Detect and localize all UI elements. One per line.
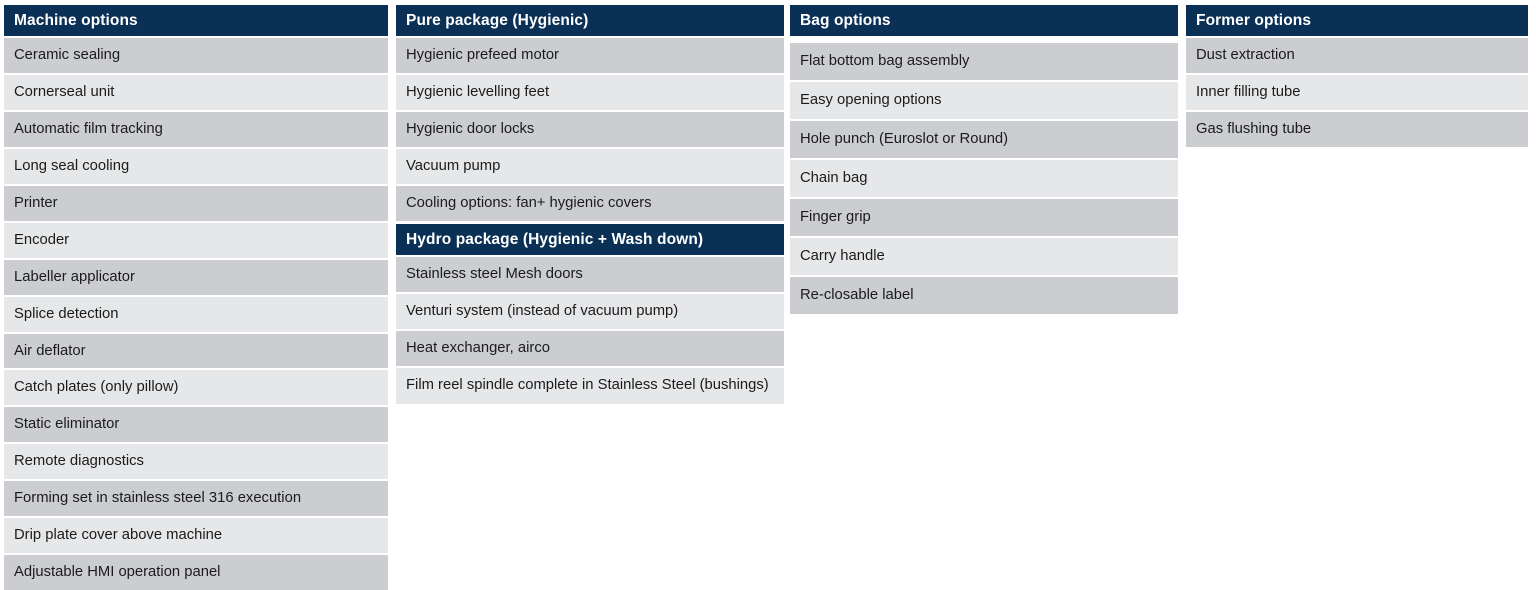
list-item[interactable]: Splice detection bbox=[4, 296, 388, 332]
row-list-bag-options: Flat bottom bag assembly Easy opening op… bbox=[790, 43, 1178, 314]
list-item[interactable]: Carry handle bbox=[790, 237, 1178, 275]
list-item[interactable]: Ceramic sealing bbox=[4, 38, 388, 73]
list-item[interactable]: Static eliminator bbox=[4, 407, 388, 443]
list-item[interactable]: Vacuum pump bbox=[396, 148, 784, 184]
list-item[interactable]: Heat exchanger, airco bbox=[396, 330, 784, 366]
list-item[interactable]: Hygienic prefeed motor bbox=[396, 38, 784, 73]
list-item[interactable]: Automatic film tracking bbox=[4, 111, 388, 147]
list-item[interactable]: Long seal cooling bbox=[4, 148, 388, 184]
list-item[interactable]: Encoder bbox=[4, 222, 388, 258]
list-item[interactable]: Hole punch (Euroslot or Round) bbox=[790, 120, 1178, 158]
section-header-pure-package: Pure package (Hygienic) bbox=[396, 5, 784, 37]
column-bag-options: Bag options Flat bottom bag assembly Eas… bbox=[790, 0, 1178, 314]
section-hydro-package: Hydro package (Hygienic + Wash down) Sta… bbox=[396, 223, 784, 404]
list-item[interactable]: Cooling options: fan+ hygienic covers bbox=[396, 185, 784, 221]
list-item[interactable]: Catch plates (only pillow) bbox=[4, 370, 388, 406]
list-item[interactable]: Stainless steel Mesh doors bbox=[396, 256, 784, 292]
column-machine-options: Machine options Ceramic sealing Cornerse… bbox=[4, 0, 388, 590]
list-item[interactable]: Hygienic door locks bbox=[396, 111, 784, 147]
list-item[interactable]: Film reel spindle complete in Stainless … bbox=[396, 367, 784, 404]
column-pure-package: Pure package (Hygienic) Hygienic prefeed… bbox=[396, 0, 784, 404]
list-item[interactable]: Venturi system (instead of vacuum pump) bbox=[396, 293, 784, 329]
section-bag-options: Bag options Flat bottom bag assembly Eas… bbox=[790, 5, 1178, 314]
list-item[interactable]: Remote diagnostics bbox=[4, 444, 388, 480]
row-list-former-options: Dust extraction Inner filling tube Gas f… bbox=[1186, 38, 1528, 147]
options-table-board: Machine options Ceramic sealing Cornerse… bbox=[0, 0, 1536, 590]
list-item[interactable]: Finger grip bbox=[790, 198, 1178, 236]
section-former-options: Former options Dust extraction Inner fil… bbox=[1186, 5, 1528, 147]
section-header-hydro-package: Hydro package (Hygienic + Wash down) bbox=[396, 223, 784, 255]
section-header-machine-options: Machine options bbox=[4, 5, 388, 37]
row-list-machine-options: Ceramic sealing Cornerseal unit Automati… bbox=[4, 38, 388, 590]
list-item[interactable]: Air deflator bbox=[4, 333, 388, 369]
row-list-hydro-package: Stainless steel Mesh doors Venturi syste… bbox=[396, 256, 784, 404]
row-list-pure-package: Hygienic prefeed motor Hygienic levellin… bbox=[396, 38, 784, 221]
section-pure-package: Pure package (Hygienic) Hygienic prefeed… bbox=[396, 5, 784, 221]
list-item[interactable]: Dust extraction bbox=[1186, 38, 1528, 73]
list-item[interactable]: Inner filling tube bbox=[1186, 74, 1528, 110]
list-item[interactable]: Chain bag bbox=[790, 159, 1178, 197]
list-item[interactable]: Labeller applicator bbox=[4, 259, 388, 295]
list-item[interactable]: Adjustable HMI operation panel bbox=[4, 555, 388, 590]
list-item[interactable]: Re-closable label bbox=[790, 276, 1178, 314]
list-item[interactable]: Drip plate cover above machine bbox=[4, 518, 388, 554]
list-item[interactable]: Gas flushing tube bbox=[1186, 111, 1528, 147]
list-item[interactable]: Easy opening options bbox=[790, 81, 1178, 119]
section-machine-options: Machine options Ceramic sealing Cornerse… bbox=[4, 5, 388, 590]
list-item[interactable]: Hygienic levelling feet bbox=[396, 74, 784, 110]
list-item[interactable]: Printer bbox=[4, 185, 388, 221]
list-item[interactable]: Flat bottom bag assembly bbox=[790, 43, 1178, 80]
section-header-former-options: Former options bbox=[1186, 5, 1528, 37]
list-item[interactable]: Cornerseal unit bbox=[4, 74, 388, 110]
list-item[interactable]: Forming set in stainless steel 316 execu… bbox=[4, 481, 388, 517]
column-former-options: Former options Dust extraction Inner fil… bbox=[1186, 0, 1528, 147]
section-header-bag-options: Bag options bbox=[790, 5, 1178, 37]
